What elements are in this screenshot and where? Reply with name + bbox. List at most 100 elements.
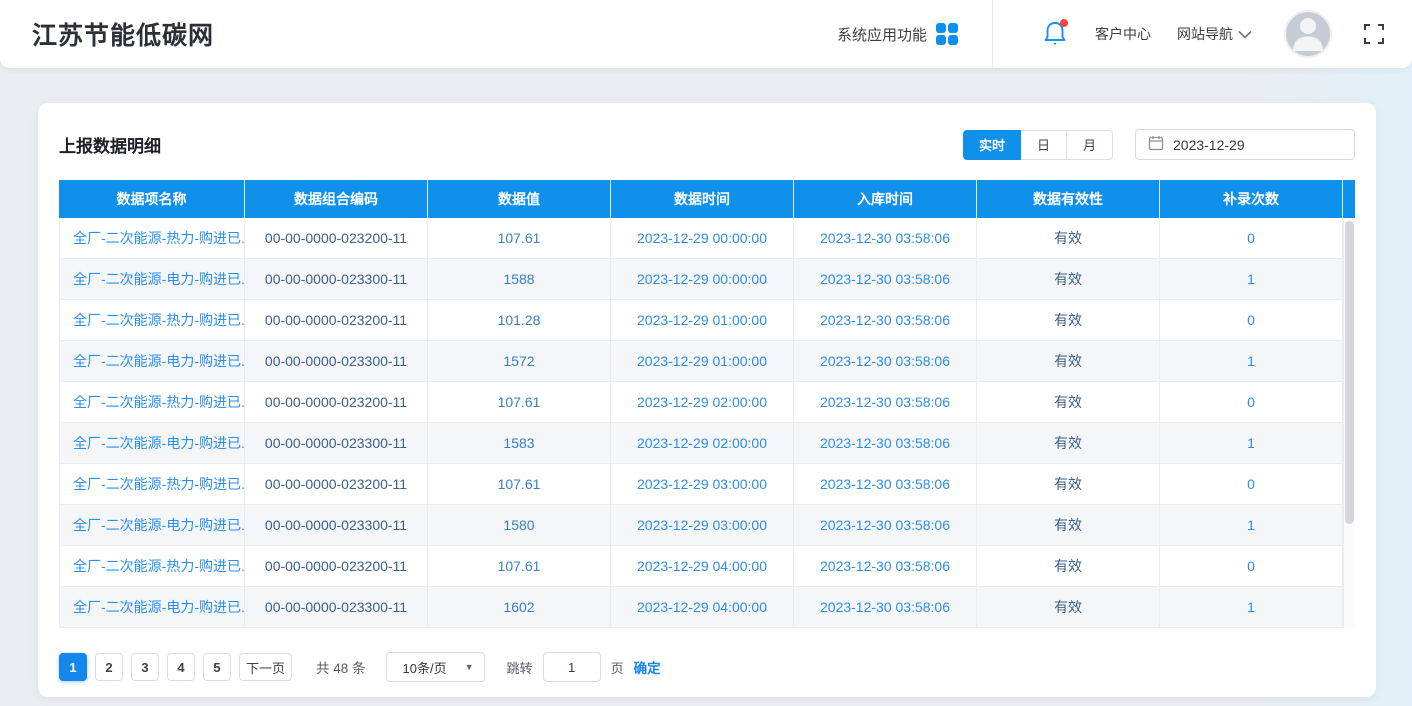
- table-cell: 1: [1160, 259, 1343, 299]
- table-cell: 00-00-0000-023200-11: [245, 300, 428, 340]
- data-item-link[interactable]: 全厂-二次能源-热力-购进已...: [60, 464, 245, 504]
- table-cell: 0: [1160, 546, 1343, 586]
- system-apps-label: 系统应用功能: [837, 24, 927, 45]
- table-cell: 00-00-0000-023200-11: [245, 382, 428, 422]
- data-item-link[interactable]: 全厂-二次能源-电力-购进已...: [60, 259, 245, 299]
- table-cell: 有效: [977, 300, 1160, 340]
- site-nav-menu[interactable]: 网站导航: [1177, 24, 1252, 44]
- table-cell: 有效: [977, 341, 1160, 381]
- calendar-icon: [1148, 135, 1164, 154]
- column-header: 入库时间: [794, 180, 977, 218]
- table-cell: 1: [1160, 341, 1343, 381]
- page-button-1[interactable]: 1: [59, 653, 87, 681]
- jump-page-input[interactable]: [543, 652, 601, 682]
- table-cell: 1602: [428, 587, 611, 627]
- notification-dot: [1060, 19, 1068, 27]
- jump-label: 跳转: [507, 658, 533, 677]
- page-button-4[interactable]: 4: [167, 653, 195, 681]
- panel-header: 上报数据明细 实时 日 月 2023-12-29: [59, 103, 1355, 180]
- table-cell: 1580: [428, 505, 611, 545]
- table-cell: 0: [1160, 464, 1343, 504]
- table-cell: 有效: [977, 382, 1160, 422]
- column-header: 数据时间: [611, 180, 794, 218]
- column-header: 数据值: [428, 180, 611, 218]
- table-row: 全厂-二次能源-热力-购进已...00-00-0000-023200-11107…: [60, 382, 1343, 423]
- column-header: 数据项名称: [59, 180, 245, 218]
- table-cell: 2023-12-29 03:00:00: [611, 505, 794, 545]
- data-item-link[interactable]: 全厂-二次能源-电力-购进已...: [60, 341, 245, 381]
- table-cell: 00-00-0000-023300-11: [245, 259, 428, 299]
- data-item-link[interactable]: 全厂-二次能源-电力-购进已...: [60, 587, 245, 627]
- table-cell: 有效: [977, 587, 1160, 627]
- table-cell: 00-00-0000-023300-11: [245, 587, 428, 627]
- page-unit-label: 页: [611, 658, 624, 677]
- table-cell: 2023-12-29 02:00:00: [611, 423, 794, 463]
- table-cell: 2023-12-29 02:00:00: [611, 382, 794, 422]
- table-cell: 有效: [977, 259, 1160, 299]
- table-row: 全厂-二次能源-电力-购进已...00-00-0000-023300-11158…: [60, 505, 1343, 546]
- table-cell: 2023-12-29 01:00:00: [611, 300, 794, 340]
- next-page-button[interactable]: 下一页: [239, 653, 292, 681]
- table-cell: 2023-12-30 03:58:06: [794, 587, 977, 627]
- table-cell: 2023-12-30 03:58:06: [794, 423, 977, 463]
- system-apps-menu[interactable]: 系统应用功能: [837, 23, 992, 45]
- page-button-5[interactable]: 5: [203, 653, 231, 681]
- top-bar-right: 系统应用功能 客户中心 网站导航: [837, 0, 1386, 68]
- table-cell: 2023-12-29 00:00:00: [611, 259, 794, 299]
- table-cell: 2023-12-29 04:00:00: [611, 587, 794, 627]
- table-cell: 0: [1160, 382, 1343, 422]
- data-item-link[interactable]: 全厂-二次能源-热力-购进已...: [60, 300, 245, 340]
- tab-realtime[interactable]: 实时: [963, 130, 1021, 160]
- table-cell: 00-00-0000-023300-11: [245, 341, 428, 381]
- total-count-label: 共 48 条: [316, 657, 366, 677]
- data-item-link[interactable]: 全厂-二次能源-电力-购进已...: [60, 505, 245, 545]
- table-cell: 有效: [977, 423, 1160, 463]
- table-body: 全厂-二次能源-热力-购进已...00-00-0000-023200-11107…: [59, 218, 1343, 628]
- page-size-select[interactable]: 10条/页 ▼: [386, 652, 485, 682]
- column-header: 数据有效性: [977, 180, 1160, 218]
- table-cell: 0: [1160, 300, 1343, 340]
- tab-day[interactable]: 日: [1021, 130, 1067, 160]
- table-row: 全厂-二次能源-热力-购进已...00-00-0000-023200-11101…: [60, 300, 1343, 341]
- column-header: 数据组合编码: [245, 180, 428, 218]
- time-granularity-tabs: 实时 日 月: [963, 130, 1113, 160]
- data-item-link[interactable]: 全厂-二次能源-热力-购进已...: [60, 546, 245, 586]
- table-cell: 有效: [977, 505, 1160, 545]
- fullscreen-icon[interactable]: [1362, 22, 1386, 46]
- data-item-link[interactable]: 全厂-二次能源-电力-购进已...: [60, 423, 245, 463]
- customer-center-link[interactable]: 客户中心: [1095, 24, 1151, 44]
- table-cell: 2023-12-30 03:58:06: [794, 341, 977, 381]
- table-cell: 有效: [977, 546, 1160, 586]
- table-cell: 1588: [428, 259, 611, 299]
- table-cell: 1: [1160, 423, 1343, 463]
- page-button-2[interactable]: 2: [95, 653, 123, 681]
- data-table: 数据项名称数据组合编码数据值数据时间入库时间数据有效性补录次数 全厂-二次能源-…: [59, 180, 1355, 628]
- column-header: 补录次数: [1160, 180, 1343, 218]
- page-button-3[interactable]: 3: [131, 653, 159, 681]
- top-bar: 江苏节能低碳网 系统应用功能 客户中心 网站导航: [0, 0, 1412, 68]
- page-size-value: 10条/页: [403, 658, 447, 677]
- tab-month[interactable]: 月: [1067, 130, 1113, 160]
- table-cell: 00-00-0000-023200-11: [245, 218, 428, 258]
- notification-bell-icon[interactable]: [1041, 19, 1069, 49]
- avatar[interactable]: [1284, 10, 1332, 58]
- table-cell: 107.61: [428, 464, 611, 504]
- scrollbar-thumb[interactable]: [1345, 221, 1354, 524]
- table-row: 全厂-二次能源-电力-购进已...00-00-0000-023300-11158…: [60, 423, 1343, 464]
- date-picker[interactable]: 2023-12-29: [1135, 129, 1355, 160]
- data-item-link[interactable]: 全厂-二次能源-热力-购进已...: [60, 382, 245, 422]
- table-scrollbar[interactable]: [1343, 218, 1355, 628]
- confirm-jump-button[interactable]: 确定: [634, 657, 661, 677]
- table-row: 全厂-二次能源-电力-购进已...00-00-0000-023300-11160…: [60, 587, 1343, 628]
- table-cell: 2023-12-29 03:00:00: [611, 464, 794, 504]
- table-cell: 有效: [977, 218, 1160, 258]
- data-item-link[interactable]: 全厂-二次能源-热力-购进已...: [60, 218, 245, 258]
- table-cell: 1572: [428, 341, 611, 381]
- table-cell: 2023-12-29 04:00:00: [611, 546, 794, 586]
- table-cell: 00-00-0000-023200-11: [245, 546, 428, 586]
- caret-down-icon: ▼: [465, 662, 474, 672]
- table-cell: 2023-12-30 03:58:06: [794, 464, 977, 504]
- table-cell: 00-00-0000-023300-11: [245, 423, 428, 463]
- table-cell: 2023-12-29 00:00:00: [611, 218, 794, 258]
- page-title: 上报数据明细: [59, 132, 161, 157]
